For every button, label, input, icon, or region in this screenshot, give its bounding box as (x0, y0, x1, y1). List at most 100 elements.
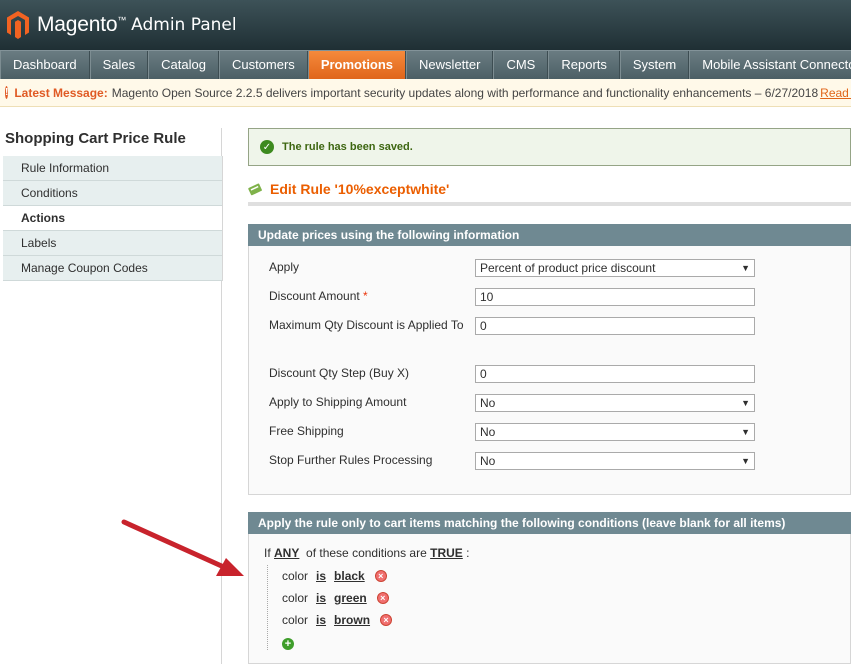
sidebar-title: Shopping Cart Price Rule (5, 130, 186, 147)
maximum-qty-discount-is-applied-to-input[interactable]: 0 (475, 317, 755, 335)
success-message: ✓ The rule has been saved. (248, 128, 851, 166)
discount-qty-step-buy-x-input[interactable]: 0 (475, 365, 755, 383)
field-value: 0 (480, 319, 487, 333)
required-marker: * (359, 289, 368, 303)
aggregator-true-link[interactable]: TRUE (430, 546, 463, 560)
form-row: Stop Further Rules Processing No ▼ (249, 449, 850, 478)
condition-operator-link[interactable]: is (316, 587, 326, 609)
page-title: Edit Rule '10%exceptwhite' (248, 179, 851, 206)
discount-amount-input[interactable]: 10 (475, 288, 755, 306)
apply-select[interactable]: Percent of product price discount ▼ (475, 259, 755, 277)
conditions-box-header: Apply the rule only to cart items matchi… (248, 512, 851, 534)
nav-item-dashboard[interactable]: Dashboard (0, 51, 90, 79)
form-row: Maximum Qty Discount is Applied To 0 (249, 314, 850, 362)
field-value: 10 (480, 290, 494, 304)
sidebar-tabs: Rule Information Conditions Actions Labels M… (3, 156, 223, 281)
field-label: Free Shipping (249, 420, 475, 440)
sidebar-item-rule-information[interactable]: Rule Information (3, 156, 222, 181)
field-value: No (480, 425, 496, 439)
prices-box-header: Update prices using the following inform… (248, 224, 851, 246)
form-row: Apply Percent of product price discount ▼ (249, 256, 850, 285)
sidebar-item-manage-coupon-codes[interactable]: Manage Coupon Codes (3, 256, 222, 281)
field-label-text: Stop Further Rules Processing (269, 453, 433, 467)
field-label: Apply (249, 256, 475, 276)
field-value: No (480, 396, 496, 410)
conditions-list: color is black × color is green × color is brown × + (267, 565, 850, 650)
notice-label: Latest Message: (14, 85, 108, 100)
condition-attribute: color (282, 613, 309, 627)
condition-row: color is black × (282, 565, 850, 587)
main-nav: Dashboard Sales Catalog Customers Promotions… (0, 50, 851, 79)
read-details-link[interactable]: Read details (820, 86, 851, 100)
pencil-icon (248, 183, 262, 195)
if-text: If (264, 546, 271, 560)
stop-further-rules-processing-select[interactable]: No ▼ (475, 452, 755, 470)
brand-name: Magento™ (37, 13, 127, 36)
red-arrow-icon (121, 519, 244, 576)
field-value: No (480, 454, 496, 468)
brand-subtitle: Admin Panel (131, 15, 237, 35)
nav-item-cms[interactable]: CMS (493, 51, 549, 79)
condition-value-link[interactable]: black (334, 565, 365, 587)
field-label: Discount Qty Step (Buy X) (249, 362, 475, 382)
condition-attribute: color (282, 569, 309, 583)
warning-icon: ! (5, 86, 9, 99)
sidebar-item-labels[interactable]: Labels (3, 231, 222, 256)
form-row: Apply to Shipping Amount No ▼ (249, 391, 850, 420)
form-row: Discount Qty Step (Buy X) 0 (249, 362, 850, 391)
nav-item-catalog[interactable]: Catalog (148, 51, 219, 79)
chevron-down-icon[interactable]: ▼ (741, 395, 750, 411)
main-content: ✓ The rule has been saved. Edit Rule '10… (248, 128, 851, 664)
condition-row: color is green × (282, 587, 850, 609)
nav-item-customers[interactable]: Customers (218, 51, 308, 79)
field-label: Apply to Shipping Amount (249, 391, 475, 411)
field-label-text: Discount Amount (269, 289, 360, 303)
sidebar-item-conditions[interactable]: Conditions (3, 181, 222, 206)
check-icon: ✓ (260, 140, 274, 154)
field-label-text: Discount Qty Step (Buy X) (269, 366, 410, 380)
field-label-text: Apply to Shipping Amount (269, 395, 407, 409)
latest-message-bar: ! Latest Message: Magento Open Source 2.… (0, 79, 851, 107)
chevron-down-icon[interactable]: ▼ (741, 453, 750, 469)
condition-value-link[interactable]: green (334, 587, 367, 609)
condition-attribute: color (282, 591, 309, 605)
remove-icon[interactable]: × (380, 614, 393, 626)
aggregator-any-link[interactable]: ANY (274, 546, 299, 560)
edit-rule-title: Edit Rule '10%exceptwhite' (270, 180, 450, 197)
nav-item-newsletter[interactable]: Newsletter (406, 51, 494, 79)
success-text: The rule has been saved. (282, 141, 413, 153)
field-label-text: Apply (269, 260, 300, 274)
field-value: 0 (480, 367, 487, 381)
notice-text: Magento Open Source 2.2.5 delivers impor… (111, 85, 819, 100)
nav-item-mobile-assistant-connector[interactable]: Mobile Assistant Connector (689, 51, 851, 79)
prices-form: Apply Percent of product price discount ▼ D… (248, 246, 851, 495)
field-label: Discount Amount * (249, 285, 475, 305)
sidebar-item-actions[interactable]: Actions (3, 206, 222, 231)
admin-page: Magento™ Admin Panel Dashboard Sales Catal… (0, 0, 851, 664)
conditions-panel: If ANY of these conditions are TRUE : co… (248, 534, 851, 664)
conditions-aggregator: If ANY of these conditions are TRUE : (264, 546, 850, 560)
nav-item-promotions[interactable]: Promotions (307, 51, 407, 79)
nav-item-sales[interactable]: Sales (89, 51, 149, 79)
add-icon[interactable]: + (282, 638, 294, 650)
remove-icon[interactable]: × (374, 570, 387, 582)
condition-row: color is brown × (282, 609, 850, 631)
apply-to-shipping-amount-select[interactable]: No ▼ (475, 394, 755, 412)
field-value: Percent of product price discount (480, 261, 656, 275)
chevron-down-icon[interactable]: ▼ (741, 260, 750, 276)
condition-value-link[interactable]: brown (334, 609, 370, 631)
field-label-text: Free Shipping (269, 424, 344, 438)
field-label-text: Maximum Qty Discount is Applied To (269, 318, 464, 332)
field-label: Maximum Qty Discount is Applied To (249, 314, 475, 334)
free-shipping-select[interactable]: No ▼ (475, 423, 755, 441)
chevron-down-icon[interactable]: ▼ (741, 424, 750, 440)
condition-operator-link[interactable]: is (316, 609, 326, 631)
remove-icon[interactable]: × (376, 592, 389, 604)
form-row: Free Shipping No ▼ (249, 420, 850, 449)
condition-operator-link[interactable]: is (316, 565, 326, 587)
nav-item-reports[interactable]: Reports (548, 51, 620, 79)
nav-item-system[interactable]: System (619, 51, 690, 79)
aggregator-colon: : (466, 546, 470, 560)
magento-logo-icon[interactable] (6, 10, 30, 40)
form-row: Discount Amount * 10 (249, 285, 850, 314)
